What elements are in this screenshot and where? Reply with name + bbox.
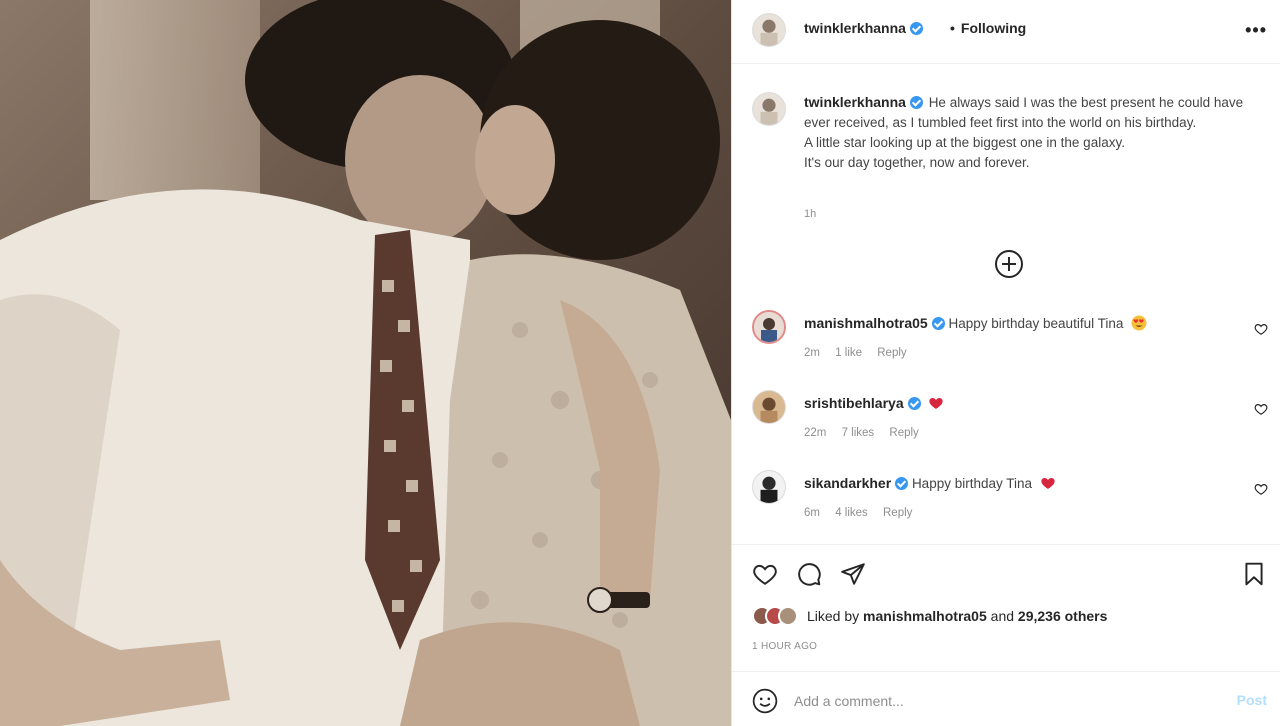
post-modal: twinklerkhanna • Following ••• twinklerkh… — [0, 0, 1280, 726]
verified-badge-icon — [907, 397, 921, 410]
heart-outline-icon[interactable] — [752, 561, 778, 587]
caption-username[interactable]: twinklerkhanna — [804, 94, 923, 110]
comment-likes[interactable]: 7 likes — [842, 427, 875, 439]
bookmark-icon[interactable] — [1241, 561, 1267, 587]
separator: • — [950, 20, 955, 36]
paper-plane-icon[interactable] — [840, 561, 866, 587]
comment-like-heart-icon[interactable] — [1254, 322, 1268, 336]
comment-meta: 6m 4 likes Reply — [804, 507, 924, 519]
comment-time[interactable]: 6m — [804, 507, 820, 519]
comment-meta: 22m 7 likes Reply — [804, 427, 931, 439]
comment-username[interactable]: manishmalhotra05 — [804, 315, 945, 331]
likes-summary: Liked by manishmalhotra05 and 29,236 oth… — [752, 606, 1107, 626]
likes-user[interactable]: manishmalhotra05 — [863, 608, 987, 624]
caption-line-2: A little star looking up at the biggest … — [804, 135, 1125, 150]
caption-timestamp[interactable]: 1h — [804, 208, 816, 220]
post-header: twinklerkhanna • Following ••• — [732, 0, 1280, 64]
likes-joiner: and — [990, 608, 1015, 624]
caption-line-3: It's our day together, now and forever. — [804, 155, 1030, 170]
comment-meta: 2m 1 like Reply — [804, 347, 919, 359]
post-timestamp[interactable]: 1 HOUR AGO — [752, 641, 817, 652]
red-heart-emoji-icon — [929, 398, 944, 409]
comment-text-line: manishmalhotra05 Happy birthday beautifu… — [804, 315, 1147, 331]
verified-badge-icon — [895, 477, 909, 490]
vintage-photo — [0, 0, 731, 726]
comment-reply-button[interactable]: Reply — [877, 347, 906, 359]
comment-like-heart-icon[interactable] — [1254, 482, 1268, 496]
comment-text: Happy birthday Tina — [911, 476, 1033, 491]
add-comment-bar: Post — [732, 671, 1280, 726]
comment-time[interactable]: 2m — [804, 347, 820, 359]
commenter-avatar[interactable] — [752, 470, 786, 504]
emoji-smiley-icon[interactable] — [752, 688, 778, 714]
load-more-comments-icon[interactable] — [995, 250, 1023, 278]
more-options-icon[interactable]: ••• — [1245, 20, 1267, 41]
commenter-avatar[interactable] — [752, 310, 786, 344]
likes-text[interactable]: Liked by manishmalhotra05 and 29,236 oth… — [807, 608, 1107, 624]
likes-others[interactable]: 29,236 others — [1018, 608, 1108, 624]
comment-reply-button[interactable]: Reply — [889, 427, 918, 439]
post-comment-button[interactable]: Post — [1237, 692, 1267, 708]
verified-badge-icon — [909, 96, 923, 109]
author-avatar[interactable] — [752, 13, 786, 47]
comment-text: Happy birthday beautiful Tina — [948, 316, 1124, 331]
comment-text-line: sikandarkher Happy birthday Tina — [804, 475, 1056, 491]
commenter-avatar[interactable] — [752, 390, 786, 424]
liker-avatar — [778, 606, 798, 626]
comment-input[interactable] — [794, 690, 1194, 712]
post-image[interactable] — [0, 0, 731, 726]
post-actions: Liked by manishmalhotra05 and 29,236 oth… — [732, 544, 1280, 726]
comment-reply-button[interactable]: Reply — [883, 507, 912, 519]
comment-like-heart-icon[interactable] — [1254, 402, 1268, 416]
verified-badge-icon — [909, 22, 923, 35]
caption-text-block: twinklerkhanna He always said I was the … — [804, 92, 1259, 173]
comment-text-line: srishtibehlarya — [804, 395, 944, 411]
heart-eyes-emoji-icon — [1131, 315, 1147, 331]
author-username[interactable]: twinklerkhanna — [804, 20, 923, 36]
follow-status[interactable]: • Following — [950, 20, 1026, 36]
comment-bubble-icon[interactable] — [796, 561, 822, 587]
comment-username[interactable]: sikandarkher — [804, 475, 909, 491]
comment-likes[interactable]: 4 likes — [835, 507, 868, 519]
comment-time[interactable]: 22m — [804, 427, 826, 439]
verified-badge-icon — [931, 317, 945, 330]
red-heart-emoji-icon — [1041, 478, 1055, 489]
following-label: Following — [960, 20, 1027, 36]
comment-username[interactable]: srishtibehlarya — [804, 395, 921, 411]
caption-author-avatar[interactable] — [752, 92, 786, 126]
likes-prefix: Liked by — [807, 608, 860, 624]
comment-likes[interactable]: 1 like — [835, 347, 862, 359]
post-side-panel: twinklerkhanna • Following ••• twinklerkh… — [731, 0, 1280, 726]
